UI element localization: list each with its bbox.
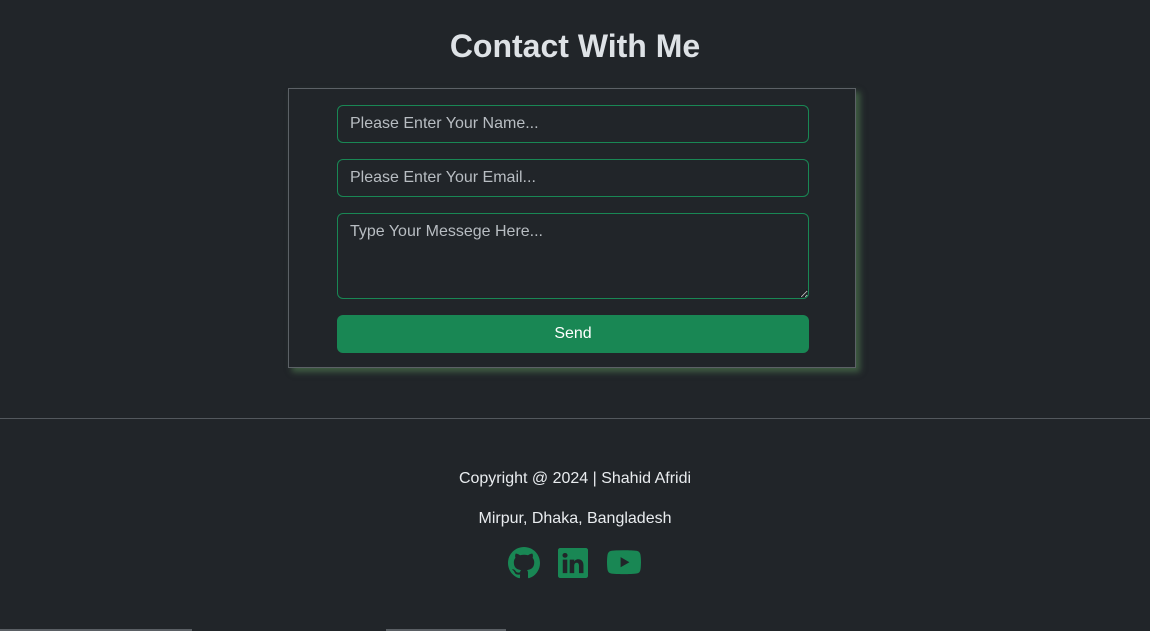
footer-divider (0, 418, 1150, 419)
youtube-link[interactable] (606, 546, 642, 580)
linkedin-link[interactable] (558, 546, 588, 580)
page-title: Contact With Me (449, 28, 701, 64)
linkedin-icon (558, 548, 588, 578)
copyright-text: Copyright @ 2024 | Shahid Afridi (458, 470, 692, 487)
github-link[interactable] (508, 546, 540, 580)
github-icon (508, 547, 540, 579)
message-textarea[interactable] (337, 213, 809, 299)
email-input[interactable] (337, 159, 809, 197)
address-text: Mirpur, Dhaka, Bangladesh (478, 510, 672, 527)
youtube-icon (607, 550, 641, 575)
contact-page: Contact With Me Send Copyright @ 2024 | … (0, 0, 1150, 631)
send-button[interactable]: Send (337, 315, 809, 353)
name-input[interactable] (337, 105, 809, 143)
social-links (0, 546, 1150, 580)
contact-form: Send (288, 88, 856, 368)
